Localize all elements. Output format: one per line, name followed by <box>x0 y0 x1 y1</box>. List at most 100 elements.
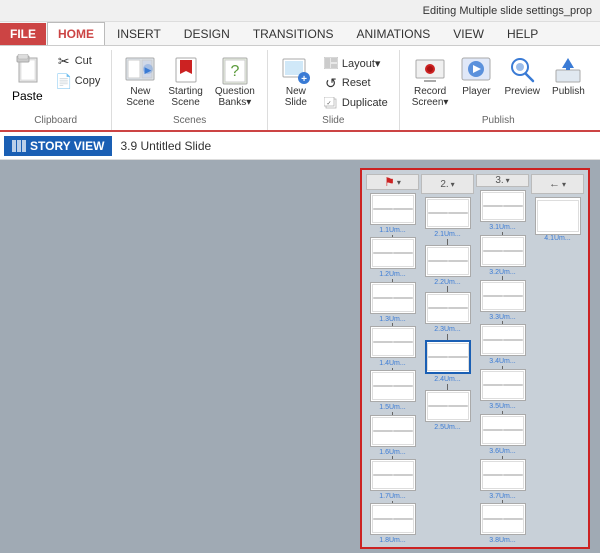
tab-view[interactable]: VIEW <box>442 22 495 45</box>
slide-column-3: 3. ▾ 3.1Um... 3.2Um... 3.3Um... 3.4Um... <box>476 174 529 545</box>
slide-thumb-2-4[interactable] <box>425 340 471 374</box>
slide-inner-1-1 <box>372 195 414 223</box>
tab-help[interactable]: HELP <box>496 22 549 45</box>
starting-scene-label: StartingScene <box>168 86 202 108</box>
slide-thumb-1-1[interactable] <box>370 193 416 225</box>
slide-column-2: 2. ▾ 2.1Um... 2.2Um... 2.3Um... 2.4Um... <box>421 174 474 545</box>
slide-thumb-3-3[interactable] <box>480 280 526 312</box>
story-view-button[interactable]: STORY VIEW <box>4 136 112 156</box>
slide-inner-2-4 <box>427 343 469 371</box>
slide-label-3-4: 3.4Um... <box>489 358 515 366</box>
slide-thumb-3-5[interactable] <box>480 369 526 401</box>
slide-inner-1-2 <box>372 239 414 267</box>
slide-inner-3-5 <box>482 371 524 399</box>
slide-inner-2-1 <box>427 199 469 227</box>
slide-thumb-3-1[interactable] <box>480 190 526 222</box>
slide-thumb-2-2[interactable] <box>425 245 471 277</box>
tab-design[interactable]: DESIGN <box>173 22 241 45</box>
record-screen-button[interactable]: RecordScreen▾ <box>408 52 453 110</box>
arrow-icon: ← <box>549 178 560 190</box>
player-label: Player <box>462 86 490 97</box>
slide-thumb-2-3[interactable] <box>425 292 471 324</box>
slide-inner-3-8 <box>482 505 524 533</box>
publish-button[interactable]: Publish <box>548 52 589 99</box>
slide-inner-3-6 <box>482 416 524 444</box>
slide-thumb-1-5[interactable] <box>370 370 416 402</box>
slide-thumb-3-2[interactable] <box>480 235 526 267</box>
slide-label-3-6: 3.6Um... <box>489 448 515 456</box>
copy-button[interactable]: 📄 Copy <box>53 72 104 90</box>
reset-icon: ↺ <box>323 75 339 91</box>
slide-label-1-5: 1.5Um... <box>379 404 405 412</box>
slide-thumb-3-7[interactable] <box>480 459 526 491</box>
cut-label: Cut <box>75 55 92 67</box>
chevron-down-icon-4: ▾ <box>562 180 566 189</box>
slide-thumb-3-4[interactable] <box>480 324 526 356</box>
num-icon-2: 2. <box>440 179 448 190</box>
slide-inner-2-5 <box>427 392 469 420</box>
slide-thumb-4-1[interactable] <box>535 197 581 235</box>
tab-file[interactable]: FILE <box>0 23 46 45</box>
question-banks-label: QuestionBanks▾ <box>215 86 255 108</box>
main-area: ⚑ ▾ 1.1Um... 1.2Um... 1.3Um... 1.4Um... <box>0 160 600 553</box>
new-slide-button[interactable]: + NewSlide <box>276 52 316 110</box>
slide-thumb-2-5[interactable] <box>425 390 471 422</box>
starting-scene-button[interactable]: StartingScene <box>164 52 206 110</box>
slide-label-1-2: 1.2Um... <box>379 271 405 279</box>
slide-inner-1-8 <box>372 505 414 533</box>
slide-thumb-1-7[interactable] <box>370 459 416 491</box>
slide-content: + NewSlide Layout▾ ↺ Reset <box>276 52 391 113</box>
slide-label-group: Slide <box>322 113 344 126</box>
new-scene-button[interactable]: ▶ NewScene <box>120 52 160 110</box>
slide-inner-3-1 <box>482 192 524 220</box>
copy-icon: 📄 <box>56 73 72 89</box>
tab-home[interactable]: HOME <box>47 22 105 45</box>
tab-insert[interactable]: INSERT <box>106 22 172 45</box>
tab-animations[interactable]: ANIMATIONS <box>345 22 441 45</box>
column-header-2[interactable]: 2. ▾ <box>421 174 474 194</box>
slide-label-3-2: 3.2Um... <box>489 269 515 277</box>
slide-thumb-1-3[interactable] <box>370 282 416 314</box>
slide-thumb-1-6[interactable] <box>370 415 416 447</box>
title-text: Editing Multiple slide settings_prop <box>423 5 592 17</box>
slide-label-2-1: 2.1Um... <box>434 231 460 239</box>
story-view-label: STORY VIEW <box>30 139 104 153</box>
slide-thumb-1-8[interactable] <box>370 503 416 535</box>
slide-thumb-1-4[interactable] <box>370 326 416 358</box>
new-slide-label: NewSlide <box>285 86 307 108</box>
slide-thumb-2-1[interactable] <box>425 197 471 229</box>
story-view-icon <box>12 140 26 152</box>
slide-column-4: ← ▾ 4.1Um... <box>531 174 584 545</box>
slide-thumb-1-2[interactable] <box>370 237 416 269</box>
slide-label-3-5: 3.5Um... <box>489 403 515 411</box>
current-slide-label: 3.9 Untitled Slide <box>120 139 211 153</box>
cut-button[interactable]: ✂ Cut <box>53 52 104 70</box>
slide-inner-1-4 <box>372 328 414 356</box>
slide-label-3-3: 3.3Um... <box>489 314 515 322</box>
duplicate-button[interactable]: ✓ Duplicate <box>320 94 391 112</box>
column-header-3[interactable]: 3. ▾ <box>476 174 529 187</box>
slide-label-1-4: 1.4Um... <box>379 360 405 368</box>
paste-button[interactable]: Paste <box>8 52 47 105</box>
question-banks-button[interactable]: ? QuestionBanks▾ <box>211 52 259 110</box>
slide-thumb-3-6[interactable] <box>480 414 526 446</box>
slide-label-1-8: 1.8Um... <box>379 537 405 545</box>
slide-label-1-3: 1.3Um... <box>379 316 405 324</box>
layout-label: Layout▾ <box>342 57 381 70</box>
clipboard-small-buttons: ✂ Cut 📄 Copy <box>53 52 104 90</box>
slide-column-1: ⚑ ▾ 1.1Um... 1.2Um... 1.3Um... 1.4Um... <box>366 174 419 545</box>
ribbon-group-clipboard: Paste ✂ Cut 📄 Copy Clipboard <box>0 50 112 130</box>
ribbon-group-publish: RecordScreen▾ Player <box>400 50 597 130</box>
tab-transitions[interactable]: TRANSITIONS <box>242 22 345 45</box>
player-button[interactable]: Player <box>456 52 496 99</box>
column-header-4[interactable]: ← ▾ <box>531 174 584 194</box>
reset-label: Reset <box>342 77 371 89</box>
column-header-1[interactable]: ⚑ ▾ <box>366 174 419 190</box>
reset-button[interactable]: ↺ Reset <box>320 74 391 92</box>
layout-button[interactable]: Layout▾ <box>320 54 391 72</box>
story-bar: STORY VIEW 3.9 Untitled Slide <box>0 132 600 160</box>
slide-thumb-3-8[interactable] <box>480 503 526 535</box>
record-screen-icon <box>414 54 446 86</box>
duplicate-label: Duplicate <box>342 97 388 109</box>
preview-button[interactable]: Preview <box>500 52 544 99</box>
